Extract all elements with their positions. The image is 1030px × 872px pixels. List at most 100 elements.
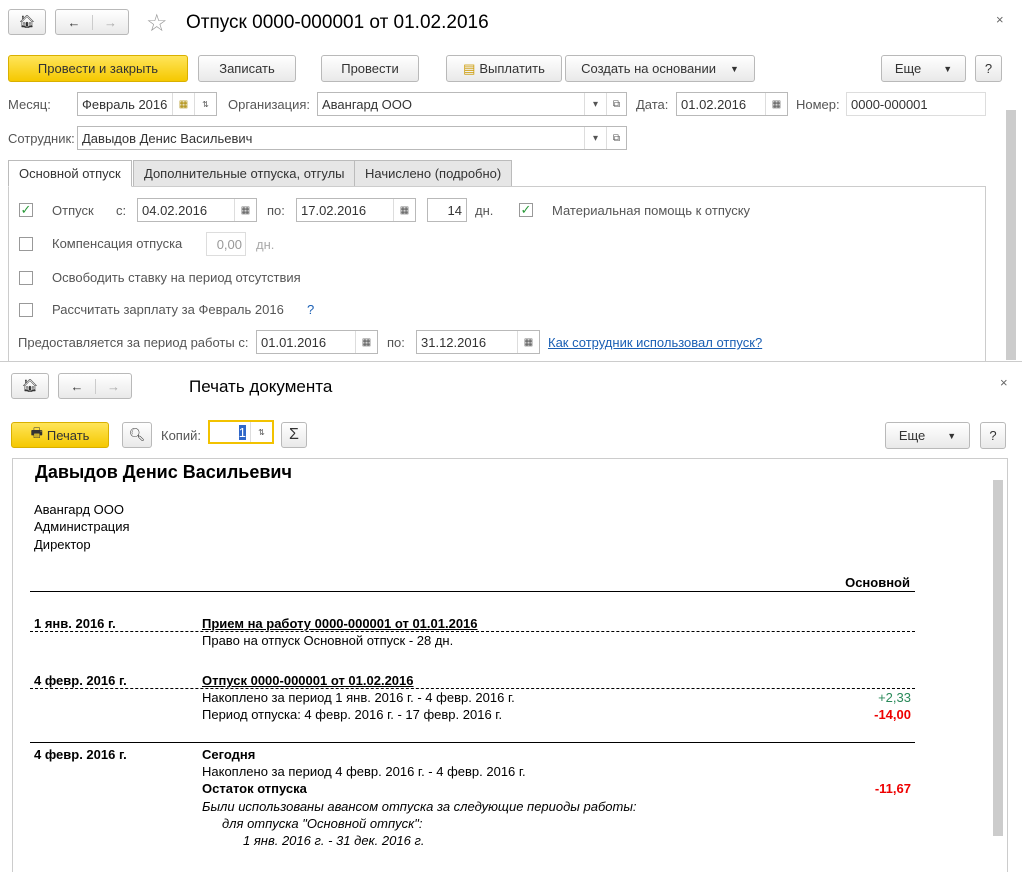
report-department: Администрация — [34, 519, 130, 534]
chevron-down-icon: ▼ — [943, 63, 953, 74]
period-to-input[interactable]: 31.12.2016 ▦ — [416, 330, 540, 354]
more-button[interactable]: Еще ▼ — [881, 55, 966, 82]
dropdown-icon[interactable]: ▾ — [584, 93, 606, 115]
dropdown-icon[interactable]: ▾ — [584, 127, 606, 149]
copies-label: Копий: — [161, 428, 201, 443]
date-value: 01.02.2016 — [681, 96, 747, 112]
calendar-icon[interactable]: ▦ — [393, 199, 415, 221]
create-based-button[interactable]: Создать на основании ▼ — [565, 55, 755, 82]
from-date-value: 04.02.2016 — [142, 202, 208, 218]
entry-value: -14,00 — [874, 707, 911, 722]
forward-icon[interactable]: → — [91, 14, 128, 30]
today-accrued: Накоплено за период 4 февр. 2016 г. - 4 … — [202, 764, 526, 779]
preview-icon: 🔍︎ — [128, 427, 146, 442]
vacation-checkbox[interactable]: ✓ — [19, 203, 33, 217]
advance-note: Были использованы авансом отпуска за сле… — [202, 799, 637, 814]
report-scrollbar[interactable] — [993, 480, 1003, 836]
spinner-icon[interactable]: ⇅ — [250, 422, 272, 442]
home-button[interactable]: 🏠︎ — [8, 9, 46, 35]
calendar-icon[interactable]: ▦ — [172, 93, 194, 115]
sigma-icon: Σ — [289, 426, 299, 443]
calendar-icon[interactable]: ▦ — [517, 331, 539, 353]
divider — [30, 631, 915, 632]
employee-value: Давыдов Денис Васильевич — [82, 130, 253, 146]
entry-date: 4 февр. 2016 г. — [34, 673, 127, 688]
entry-line: Накоплено за период 1 янв. 2016 г. - 4 ф… — [202, 690, 515, 705]
balance-label: Остаток отпуска — [202, 781, 307, 796]
period-from-value: 01.01.2016 — [261, 334, 327, 350]
copies-input[interactable]: 1 ⇅ — [208, 420, 274, 444]
month-input[interactable]: Февраль 2016 ▦ ⇅ — [77, 92, 217, 116]
help-button[interactable]: ? — [975, 55, 1002, 82]
org-input[interactable]: Авангард ООО ▾ ⧉ — [317, 92, 627, 116]
more-label: Еще — [898, 428, 926, 443]
open-icon[interactable]: ⧉ — [606, 93, 626, 115]
chevron-down-icon: ▼ — [729, 63, 739, 74]
close-icon[interactable]: × — [1000, 375, 1008, 390]
sum-button[interactable]: Σ — [281, 422, 307, 448]
entry-date: 1 янв. 2016 г. — [34, 616, 116, 631]
compensation-unit: дн. — [256, 237, 275, 252]
report-org: Авангард ООО — [34, 502, 124, 517]
days-input[interactable]: 14 — [427, 198, 467, 222]
printer-icon: 🖶 — [30, 425, 43, 440]
save-button[interactable]: Записать — [198, 55, 296, 82]
calc-help-link[interactable]: ? — [307, 302, 314, 317]
back-icon[interactable]: ← — [59, 379, 95, 394]
entry-title-link[interactable]: Прием на работу 0000-000001 от 01.01.201… — [202, 616, 478, 631]
from-date-input[interactable]: 04.02.2016 ▦ — [137, 198, 257, 222]
star-icon[interactable]: ☆ — [146, 9, 168, 38]
create-based-label: Создать на основании — [581, 61, 716, 76]
to-label: по: — [267, 203, 285, 218]
balance-value: -11,67 — [874, 781, 911, 796]
tab-main-vacation[interactable]: Основной отпуск — [8, 160, 132, 187]
compensation-checkbox[interactable] — [19, 237, 33, 251]
free-rate-checkbox[interactable] — [19, 271, 33, 285]
pay-button[interactable]: ▤ Выплатить — [446, 55, 562, 82]
usage-link[interactable]: Как сотрудник использовал отпуск? — [548, 335, 762, 350]
print-button[interactable]: 🖶 Печать — [11, 422, 109, 448]
material-aid-label: Материальная помощь к отпуску — [552, 203, 751, 218]
spinner-icon[interactable]: ⇅ — [194, 93, 216, 115]
date-input[interactable]: 01.02.2016 ▦ — [676, 92, 788, 116]
org-label: Организация: — [228, 97, 311, 112]
open-icon[interactable]: ⧉ — [606, 127, 626, 149]
preview-button[interactable]: 🔍︎ — [122, 422, 152, 448]
home-button[interactable]: 🏠︎ — [11, 373, 49, 399]
report-column-header: Основной — [845, 575, 910, 590]
post-close-button[interactable]: Провести и закрыть — [8, 55, 188, 82]
calendar-icon[interactable]: ▦ — [355, 331, 377, 353]
period-label: Предоставляется за период работы с: — [18, 335, 249, 350]
vacation-label: Отпуск — [52, 203, 94, 218]
material-aid-checkbox[interactable]: ✓ — [519, 203, 533, 217]
pay-icon: ▤ — [463, 60, 476, 76]
calc-salary-checkbox[interactable] — [19, 303, 33, 317]
scrollbar[interactable] — [1006, 110, 1016, 360]
print-title: Печать документа — [189, 377, 333, 396]
compensation-input[interactable]: 0,00 — [206, 232, 246, 256]
advance-note: для отпуска "Основной отпуск": — [222, 816, 423, 831]
org-value: Авангард ООО — [322, 96, 412, 112]
today-date: 4 февр. 2016 г. — [34, 747, 127, 762]
entry-value: +2,33 — [878, 690, 911, 705]
from-label: с: — [116, 203, 127, 218]
help-button[interactable]: ? — [980, 422, 1006, 449]
post-button[interactable]: Провести — [321, 55, 419, 82]
more-button[interactable]: Еще ▼ — [885, 422, 970, 449]
entry-title-link[interactable]: Отпуск 0000-000001 от 01.02.2016 — [202, 673, 414, 688]
period-from-input[interactable]: 01.01.2016 ▦ — [256, 330, 378, 354]
today-title: Сегодня — [202, 747, 256, 762]
forward-icon[interactable]: → — [94, 378, 131, 394]
number-input[interactable]: 0000-000001 — [846, 92, 986, 116]
divider — [30, 688, 915, 689]
calendar-icon[interactable]: ▦ — [234, 199, 256, 221]
to-date-input[interactable]: 17.02.2016 ▦ — [296, 198, 416, 222]
tab-accrued[interactable]: Начислено (подробно) — [354, 160, 513, 187]
back-icon[interactable]: ← — [56, 15, 92, 30]
close-icon[interactable]: × — [996, 12, 1004, 27]
month-value: Февраль 2016 — [82, 96, 168, 112]
employee-input[interactable]: Давыдов Денис Васильевич ▾ ⧉ — [77, 126, 627, 150]
more-label: Еще — [894, 61, 922, 76]
tab-additional-vacation[interactable]: Дополнительные отпуска, отгулы — [133, 160, 356, 187]
calendar-icon[interactable]: ▦ — [765, 93, 787, 115]
